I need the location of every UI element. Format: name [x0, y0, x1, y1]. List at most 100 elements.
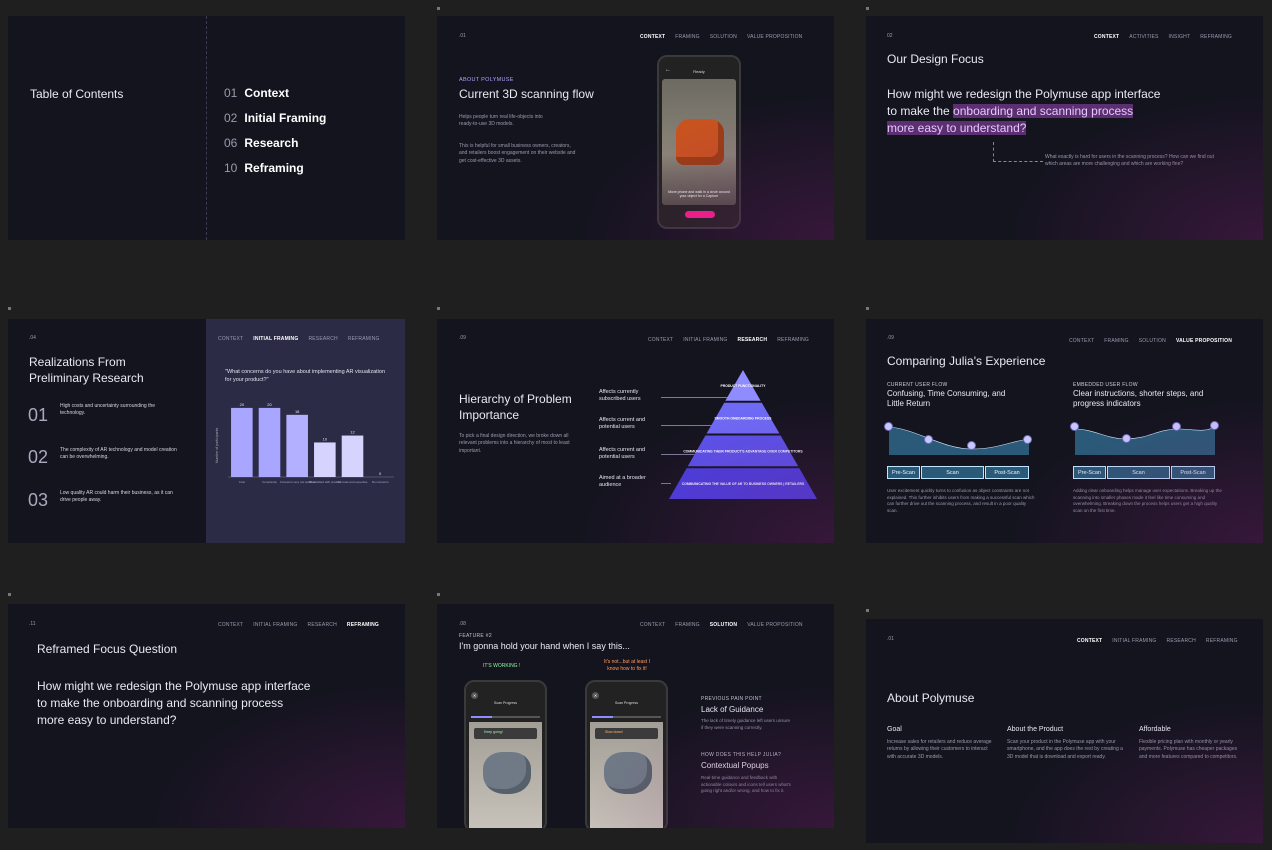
kicker: PREVIOUS PAIN POINT: [701, 696, 762, 702]
nav-context[interactable]: CONTEXT: [218, 336, 243, 342]
bar-1: [258, 407, 281, 477]
slide-nav: CONTEXT INITIAL FRAMING RESEARCH REFRAMI…: [648, 337, 809, 343]
phone-title: Scan Progress: [494, 701, 517, 705]
nav-context[interactable]: CONTEXT: [648, 337, 673, 343]
nav-context[interactable]: CONTEXT: [640, 622, 665, 628]
slides-canvas: Table of Contents 01 Context 02 Initial Fr…: [0, 0, 1272, 850]
slide-title: Comparing Julia's Experience: [887, 354, 1046, 368]
slide-number: .01: [459, 33, 466, 39]
nav-context[interactable]: CONTEXT: [218, 622, 243, 628]
nav-activities[interactable]: ACTIVITIES: [1129, 34, 1158, 40]
bar-value-label: 0: [379, 471, 382, 476]
slide-feature-guidance[interactable]: .08 CONTEXT FRAMING SOLUTION VALUE PROPO…: [437, 604, 834, 828]
armchair-object: [676, 119, 724, 165]
popup-success: Keep going!: [474, 728, 537, 739]
kicker: HOW DOES THIS HELP JULIA?: [701, 752, 782, 758]
bar-value-label: 10: [323, 436, 328, 441]
nav-initial-framing[interactable]: INITIAL FRAMING: [253, 336, 298, 342]
nav-context[interactable]: CONTEXT: [1094, 34, 1119, 40]
phone-mockup-warning: ✕ Scan Progress Slow down!: [585, 680, 668, 828]
nav-solution[interactable]: SOLUTION: [710, 34, 737, 40]
pyramid-level-label: SMOOTH ONBOARDING PROCESS: [715, 417, 773, 421]
nav-reframing[interactable]: REFRAMING: [1200, 34, 1232, 40]
nav-context[interactable]: CONTEXT: [1069, 338, 1094, 344]
slide-design-focus[interactable]: 02 CONTEXT ACTIVITIES INSIGHT REFRAMING …: [866, 16, 1263, 240]
slide-hierarchy[interactable]: .09 CONTEXT INITIAL FRAMING RESEARCH REF…: [437, 319, 834, 543]
toc-title: Table of Contents: [30, 87, 124, 101]
slide-marker: [8, 593, 11, 596]
popup-warning: Slow down!: [595, 728, 658, 739]
capture-button[interactable]: [685, 211, 715, 218]
toc-item[interactable]: 06 Research: [224, 136, 298, 150]
pyramid-level-label: COMMUNICATING THE VALUE OF AR TO BUSINES…: [682, 482, 805, 486]
nav-reframing[interactable]: REFRAMING: [347, 622, 379, 628]
toc-divider: [206, 16, 207, 240]
toc-item[interactable]: 02 Initial Framing: [224, 111, 326, 125]
toc-item[interactable]: 10 Reframing: [224, 161, 304, 175]
slide-nav: CONTEXT INITIAL FRAMING RESEARCH REFRAMI…: [218, 336, 380, 342]
category-label: Cost: [239, 480, 245, 484]
nav-value-proposition[interactable]: VALUE PROPOSITION: [747, 622, 803, 628]
point-number: 02: [28, 447, 49, 467]
close-icon[interactable]: ✕: [471, 692, 478, 699]
slide-comparing-experience[interactable]: .09 CONTEXT FRAMING SOLUTION VALUE PROPO…: [866, 319, 1263, 543]
slide-current-scanning-flow[interactable]: .01 CONTEXT FRAMING SOLUTION VALUE PROPO…: [437, 16, 834, 240]
emotion-face-icon: [1210, 421, 1219, 430]
stage-label: Post-Scan: [1171, 466, 1215, 479]
nav-insight[interactable]: INSIGHT: [1169, 34, 1191, 40]
point-number: 01: [28, 405, 49, 425]
nav-framing[interactable]: FRAMING: [675, 622, 699, 628]
bar-value-label: 20: [267, 402, 272, 407]
help-description: Real-time guidance and feedback with act…: [701, 775, 791, 794]
nav-context[interactable]: CONTEXT: [640, 34, 665, 40]
phone-header: Ready: [693, 69, 705, 74]
nav-value-proposition[interactable]: VALUE PROPOSITION: [747, 34, 803, 40]
nav-reframing[interactable]: REFRAMING: [1206, 638, 1238, 644]
nav-research[interactable]: RESEARCH: [738, 337, 768, 343]
kicker: EMBEDDED USER FLOW: [1073, 382, 1138, 388]
nav-framing[interactable]: FRAMING: [1104, 338, 1128, 344]
bar-0: [231, 407, 253, 477]
nav-research[interactable]: RESEARCH: [308, 622, 337, 628]
tier-tag: Affects current and potential users: [599, 447, 646, 461]
nav-solution[interactable]: SOLUTION: [1139, 338, 1166, 344]
slide-table-of-contents[interactable]: Table of Contents 01 Context 02 Initial Fr…: [8, 16, 405, 240]
nav-value-proposition[interactable]: VALUE PROPOSITION: [1176, 338, 1232, 344]
category-label: No tools and expertise: [338, 480, 368, 484]
phone-label-success: IT'S WORKING !: [483, 663, 521, 669]
nav-solution[interactable]: SOLUTION: [710, 622, 737, 628]
slide-reframed-question[interactable]: .11 CONTEXT INITIAL FRAMING RESEARCH REF…: [8, 604, 405, 828]
progress-track: [471, 716, 540, 718]
bar-2: [286, 414, 308, 477]
nav-research[interactable]: RESEARCH: [308, 336, 337, 342]
point-number: 03: [28, 490, 49, 510]
close-icon[interactable]: ✕: [592, 692, 599, 699]
slide-number: .11: [29, 621, 36, 627]
slide-realizations[interactable]: .04 Realizations From Preliminary Resear…: [8, 319, 405, 543]
back-arrow-icon[interactable]: ←: [665, 67, 671, 73]
description: Helps people turn real life-objects into…: [459, 114, 543, 128]
slide-marker: [437, 307, 440, 310]
nav-framing[interactable]: FRAMING: [675, 34, 699, 40]
tier-tag: Affects currently subscribed users: [599, 389, 641, 403]
flow-title: Confusing, Time Consuming, and Little Re…: [887, 389, 1006, 409]
slide-marker: [866, 307, 869, 310]
bar-3: [314, 442, 336, 477]
nav-initial-framing[interactable]: INITIAL FRAMING: [253, 622, 297, 628]
point-text: Low quality AR could harm their business…: [60, 490, 173, 504]
nav-research[interactable]: RESEARCH: [1167, 638, 1196, 644]
chart-question: "What concerns do you have about impleme…: [225, 369, 386, 383]
description: This is helpful for small business owner…: [459, 143, 576, 164]
help-title: Contextual Popups: [701, 761, 769, 770]
slide-about-polymuse[interactable]: .01 CONTEXT INITIAL FRAMING RESEARCH REF…: [866, 619, 1263, 843]
tier-tag: Affects current and potential users: [599, 417, 646, 431]
focus-question: How might we redesign the Polymuse app i…: [887, 87, 1161, 135]
nav-reframing[interactable]: REFRAMING: [348, 336, 380, 342]
nav-context[interactable]: CONTEXT: [1077, 638, 1102, 644]
slide-marker: [866, 7, 869, 10]
progress-fill: [592, 716, 613, 718]
nav-reframing[interactable]: REFRAMING: [777, 337, 809, 343]
nav-initial-framing[interactable]: INITIAL FRAMING: [683, 337, 727, 343]
nav-initial-framing[interactable]: INITIAL FRAMING: [1112, 638, 1156, 644]
toc-item[interactable]: 01 Context: [224, 86, 289, 100]
